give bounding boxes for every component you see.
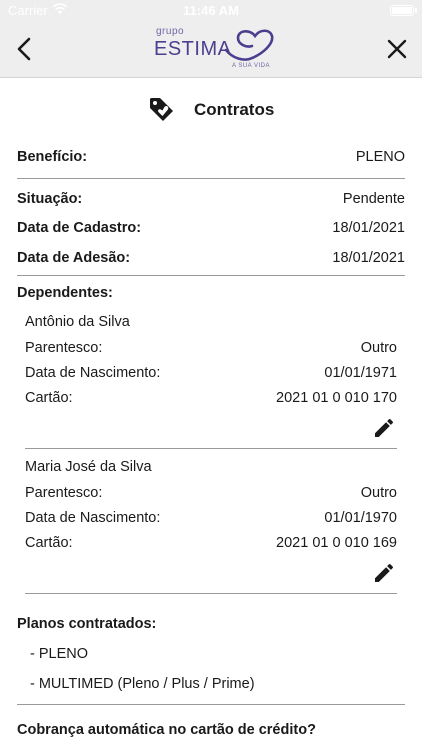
nascimento-label: Data de Nascimento: — [25, 365, 161, 381]
logo-tagline: A SUA VIDA — [232, 63, 271, 69]
divider — [17, 178, 405, 179]
divider — [17, 275, 405, 276]
cobranca-label: Cobrança automática no cartão de crédito… — [17, 722, 316, 738]
cartao-value: 2021 01 0 010 170 — [276, 390, 397, 406]
divider — [25, 448, 397, 449]
logo-brand-text: ESTIMA — [154, 38, 232, 60]
tag-heart-icon — [150, 98, 173, 121]
parentesco-value: Outro — [360, 485, 397, 501]
estima-logo: grupo ESTIMA A SUA VIDA — [150, 26, 280, 74]
logo-grupo-text: grupo — [156, 26, 185, 37]
dependent-cartao-row: Cartão: 2021 01 0 010 169 — [25, 535, 397, 555]
parentesco-value: Outro — [360, 340, 397, 356]
divider — [17, 704, 405, 705]
dependent-parentesco-row: Parentesco: Outro — [25, 485, 397, 505]
dependent-nascimento-row: Data de Nascimento: 01/01/1971 — [25, 365, 397, 385]
nascimento-value: 01/01/1970 — [324, 510, 397, 526]
edit-dependent-button[interactable] — [372, 561, 396, 585]
battery-tip — [415, 8, 417, 13]
page-header: Contratos — [0, 93, 422, 125]
contracts-content: Contratos Benefício: PLENO Situação: Pen… — [0, 79, 422, 750]
plan-item: - PLENO — [30, 646, 89, 662]
adesao-value: 18/01/2021 — [332, 250, 405, 266]
cartao-label: Cartão: — [25, 535, 73, 551]
adesao-row: Data de Adesão: 18/01/2021 — [17, 250, 405, 272]
situacao-value: Pendente — [342, 191, 405, 207]
dependent-cartao-row: Cartão: 2021 01 0 010 170 — [25, 390, 397, 410]
dependent-name: Antônio da Silva — [25, 314, 130, 330]
parentesco-label: Parentesco: — [25, 340, 103, 356]
edit-dependent-button[interactable] — [372, 416, 396, 440]
dependent-parentesco-row: Parentesco: Outro — [25, 340, 397, 360]
parentesco-label: Parentesco: — [25, 485, 103, 501]
status-bar: Carrier 11:46 AM — [0, 0, 422, 22]
battery-icon — [390, 5, 414, 16]
heart-logo-icon — [224, 29, 274, 61]
navigation-bar: grupo ESTIMA A SUA VIDA — [0, 22, 422, 78]
nascimento-value: 01/01/1971 — [324, 365, 397, 381]
cartao-label: Cartão: — [25, 390, 73, 406]
cartao-value: 2021 01 0 010 169 — [276, 535, 397, 551]
cadastro-value: 18/01/2021 — [332, 220, 405, 236]
dependent-name: Maria José da Silva — [25, 459, 152, 475]
chevron-left-icon[interactable] — [10, 34, 40, 64]
close-icon[interactable] — [384, 36, 410, 62]
beneficio-row: Benefício: PLENO — [17, 149, 405, 171]
beneficio-label: Benefício: — [17, 149, 88, 165]
beneficio-value: PLENO — [355, 149, 405, 165]
clock: 11:46 AM — [183, 3, 239, 18]
cadastro-row: Data de Cadastro: 18/01/2021 — [17, 220, 405, 242]
situacao-label: Situação: — [17, 191, 83, 207]
planos-label: Planos contratados: — [17, 616, 157, 632]
dependent-nascimento-row: Data de Nascimento: 01/01/1970 — [25, 510, 397, 530]
nascimento-label: Data de Nascimento: — [25, 510, 161, 526]
situacao-row: Situação: Pendente — [17, 191, 405, 213]
plan-item: - MULTIMED (Pleno / Plus / Prime) — [30, 676, 255, 692]
cadastro-label: Data de Cadastro: — [17, 220, 142, 236]
dependentes-label: Dependentes: — [17, 285, 113, 301]
adesao-label: Data de Adesão: — [17, 250, 131, 266]
divider — [25, 593, 397, 594]
page-title: Contratos — [194, 100, 275, 119]
